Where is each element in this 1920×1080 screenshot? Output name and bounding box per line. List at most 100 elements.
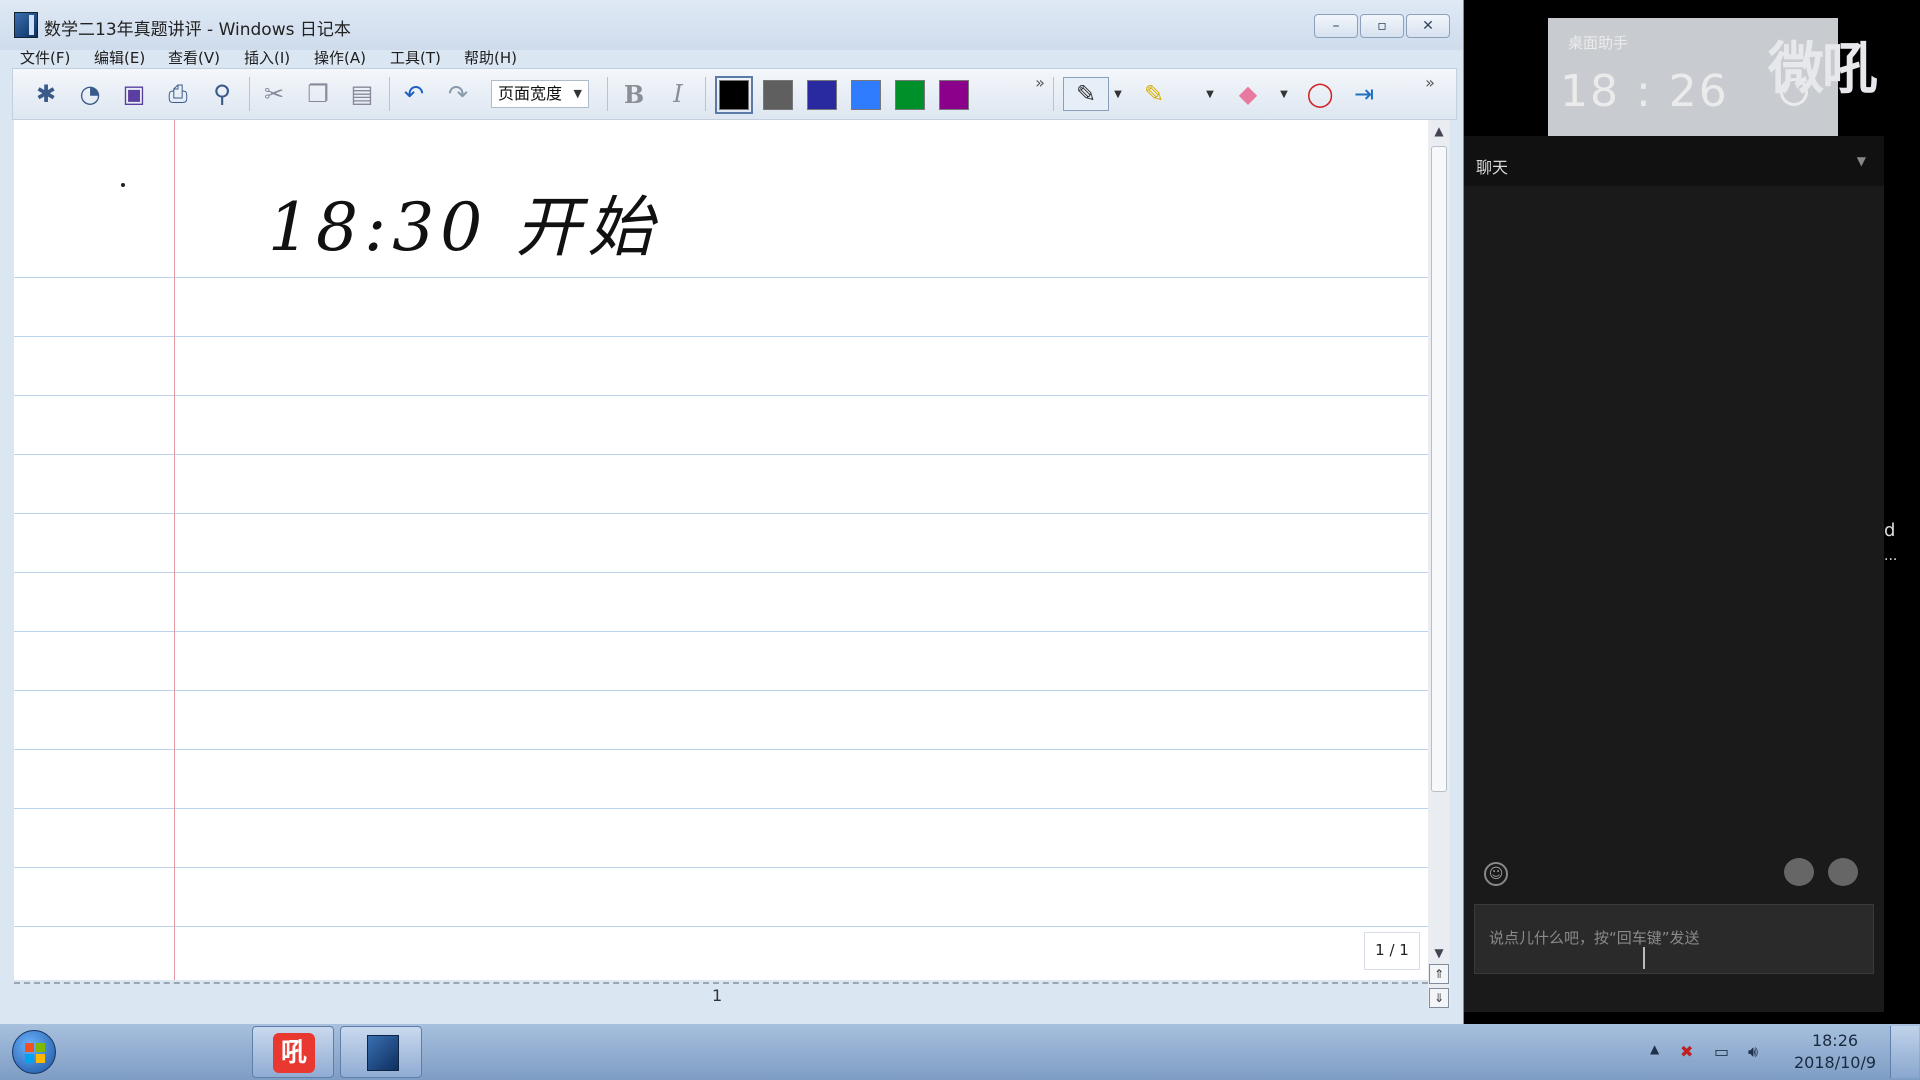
- menu-help[interactable]: 帮助(H): [464, 47, 517, 68]
- bold-button[interactable]: B: [617, 77, 651, 111]
- emoji-icon[interactable]: ☺: [1484, 862, 1508, 886]
- tray-clock[interactable]: 18:26 2018/10/9: [1790, 1030, 1880, 1074]
- text-cursor-icon: [1643, 947, 1645, 969]
- page-number: 1: [712, 986, 723, 1005]
- chat-input[interactable]: 说点儿什么吧，按“回车键”发送: [1474, 904, 1874, 974]
- edge-dots: ...: [1884, 548, 1898, 564]
- color-swatch-green[interactable]: [895, 80, 925, 110]
- edge-letter: d: [1884, 520, 1896, 541]
- ruled-line: [14, 690, 1428, 691]
- undo-icon[interactable]: ↶: [397, 77, 431, 111]
- ink-dot: [121, 183, 125, 187]
- journal-app-icon[interactable]: [14, 12, 38, 38]
- menu-tools[interactable]: 工具(T): [390, 47, 441, 68]
- minimize-button[interactable]: –: [1314, 14, 1358, 38]
- taskbar: 吼 ▲ ✖ ▭ 🔊︎ 18:26 2018/10/9: [0, 1024, 1920, 1080]
- save-icon[interactable]: ▣: [117, 77, 151, 111]
- vertical-scrollbar[interactable]: ▲ ▼: [1428, 120, 1450, 1008]
- toolbar-separator: [607, 77, 608, 111]
- chat-title: 聊天: [1476, 158, 1509, 177]
- tray-date: 2018/10/9: [1793, 1053, 1877, 1072]
- display-icon[interactable]: ▭: [1714, 1042, 1729, 1061]
- eraser-icon[interactable]: ◆: [1231, 77, 1265, 111]
- menu-edit[interactable]: 编辑(E): [94, 47, 145, 68]
- handwritten-note[interactable]: 18:30 开始: [268, 174, 659, 270]
- ruled-line: [14, 749, 1428, 750]
- title-bar[interactable]: 数学二13年真题讲评 - Windows 日记本 – ▫ ✕: [0, 0, 1463, 50]
- highlighter-dropdown-icon[interactable]: ▼: [1201, 77, 1219, 111]
- color-swatch-gray[interactable]: [763, 80, 793, 110]
- toolbar: ✱ ◔ ▣ ⎙ ⚲ ✂ ❐ ▤ ↶ ↷ 页面宽度 ▼ B I » ✎ ▼ ✎ ▼…: [12, 68, 1457, 120]
- italic-button[interactable]: I: [661, 77, 695, 111]
- scroll-down-icon[interactable]: ▼: [1428, 946, 1450, 960]
- network-error-icon[interactable]: ✖: [1680, 1042, 1693, 1061]
- chat-input-placeholder: 说点儿什么吧，按“回车键”发送: [1489, 929, 1700, 947]
- color-swatch-blue[interactable]: [851, 80, 881, 110]
- page-indicator: 1 / 1: [1364, 932, 1420, 970]
- clock-label: 桌面助手: [1568, 34, 1629, 52]
- color-swatch-black[interactable]: [715, 76, 753, 114]
- page-break-line: [14, 982, 1428, 984]
- eraser-dropdown-icon[interactable]: ▼: [1275, 77, 1293, 111]
- taskbar-app-journal[interactable]: [340, 1026, 422, 1078]
- scroll-up-icon[interactable]: ▲: [1428, 124, 1450, 138]
- toolbar-overflow-button-2[interactable]: »: [1413, 65, 1447, 99]
- insert-space-icon[interactable]: ⇥: [1347, 77, 1381, 111]
- maximize-button[interactable]: ▫: [1360, 14, 1404, 38]
- show-desktop-button[interactable]: [1890, 1026, 1919, 1078]
- pen-dropdown-icon[interactable]: ▼: [1109, 77, 1127, 111]
- cut-icon[interactable]: ✂: [257, 77, 291, 111]
- new-from-template-icon[interactable]: ◔: [73, 77, 107, 111]
- scrollbar-thumb[interactable]: [1431, 146, 1447, 792]
- mute-chat-icon[interactable]: [1784, 858, 1814, 886]
- tray-time: 18:26: [1811, 1031, 1859, 1050]
- ruled-line: [14, 513, 1428, 514]
- highlighter-icon[interactable]: ✎: [1137, 77, 1171, 111]
- margin-line: [174, 120, 175, 980]
- filter-chat-icon[interactable]: [1828, 858, 1858, 886]
- show-hidden-icons-icon[interactable]: ▲: [1650, 1042, 1659, 1056]
- chevron-down-icon[interactable]: ▼: [1857, 154, 1866, 168]
- weihou-app-icon: 吼: [273, 1033, 315, 1073]
- ruled-line: [14, 395, 1428, 396]
- lasso-icon[interactable]: ◯: [1303, 77, 1337, 111]
- watermark-logo: 微吼: [1768, 37, 1878, 102]
- previous-page-icon[interactable]: ⇑: [1429, 964, 1449, 984]
- zoom-select[interactable]: 页面宽度 ▼: [491, 80, 589, 108]
- ruled-line: [14, 631, 1428, 632]
- clock-time: 18 : 26: [1560, 66, 1729, 117]
- chat-panel: 聊天 ▼ ☺ 说点儿什么吧，按“回车键”发送: [1464, 136, 1884, 1012]
- menu-actions[interactable]: 操作(A): [314, 47, 366, 68]
- ruled-line: [14, 867, 1428, 868]
- ruled-line: [14, 336, 1428, 337]
- journal-window: 数学二13年真题讲评 - Windows 日记本 – ▫ ✕ 文件(F) 编辑(…: [0, 0, 1464, 1024]
- new-note-icon[interactable]: ✱: [29, 77, 63, 111]
- print-icon[interactable]: ⎙: [161, 77, 195, 111]
- journal-app-icon: [367, 1035, 399, 1071]
- chat-header: 聊天 ▼: [1464, 136, 1884, 186]
- volume-icon[interactable]: 🔊︎: [1748, 1042, 1758, 1062]
- pen-icon[interactable]: ✎: [1063, 77, 1109, 111]
- ruled-line: [14, 808, 1428, 809]
- color-swatch-purple[interactable]: [939, 80, 969, 110]
- menu-view[interactable]: 查看(V): [168, 47, 220, 68]
- color-swatch-dark-blue[interactable]: [807, 80, 837, 110]
- redo-icon[interactable]: ↷: [441, 77, 475, 111]
- toolbar-overflow-button[interactable]: »: [1023, 65, 1057, 99]
- next-page-icon[interactable]: ⇓: [1429, 988, 1449, 1008]
- close-button[interactable]: ✕: [1406, 14, 1450, 38]
- ruled-line: [14, 277, 1428, 278]
- note-page[interactable]: 18:30 开始 1 / 1: [14, 120, 1428, 980]
- ruled-line: [14, 454, 1428, 455]
- menu-file[interactable]: 文件(F): [20, 47, 70, 68]
- menu-insert[interactable]: 插入(I): [244, 47, 290, 68]
- paste-icon[interactable]: ▤: [345, 77, 379, 111]
- toolbar-separator: [705, 77, 706, 111]
- find-icon[interactable]: ⚲: [205, 77, 239, 111]
- taskbar-app-weihou[interactable]: 吼: [252, 1026, 334, 1078]
- copy-icon[interactable]: ❐: [301, 77, 335, 111]
- start-button[interactable]: [12, 1030, 56, 1074]
- zoom-value: 页面宽度: [498, 84, 563, 103]
- ruled-line: [14, 926, 1428, 927]
- menu-bar: 文件(F) 编辑(E) 查看(V) 插入(I) 操作(A) 工具(T) 帮助(H…: [0, 44, 1463, 68]
